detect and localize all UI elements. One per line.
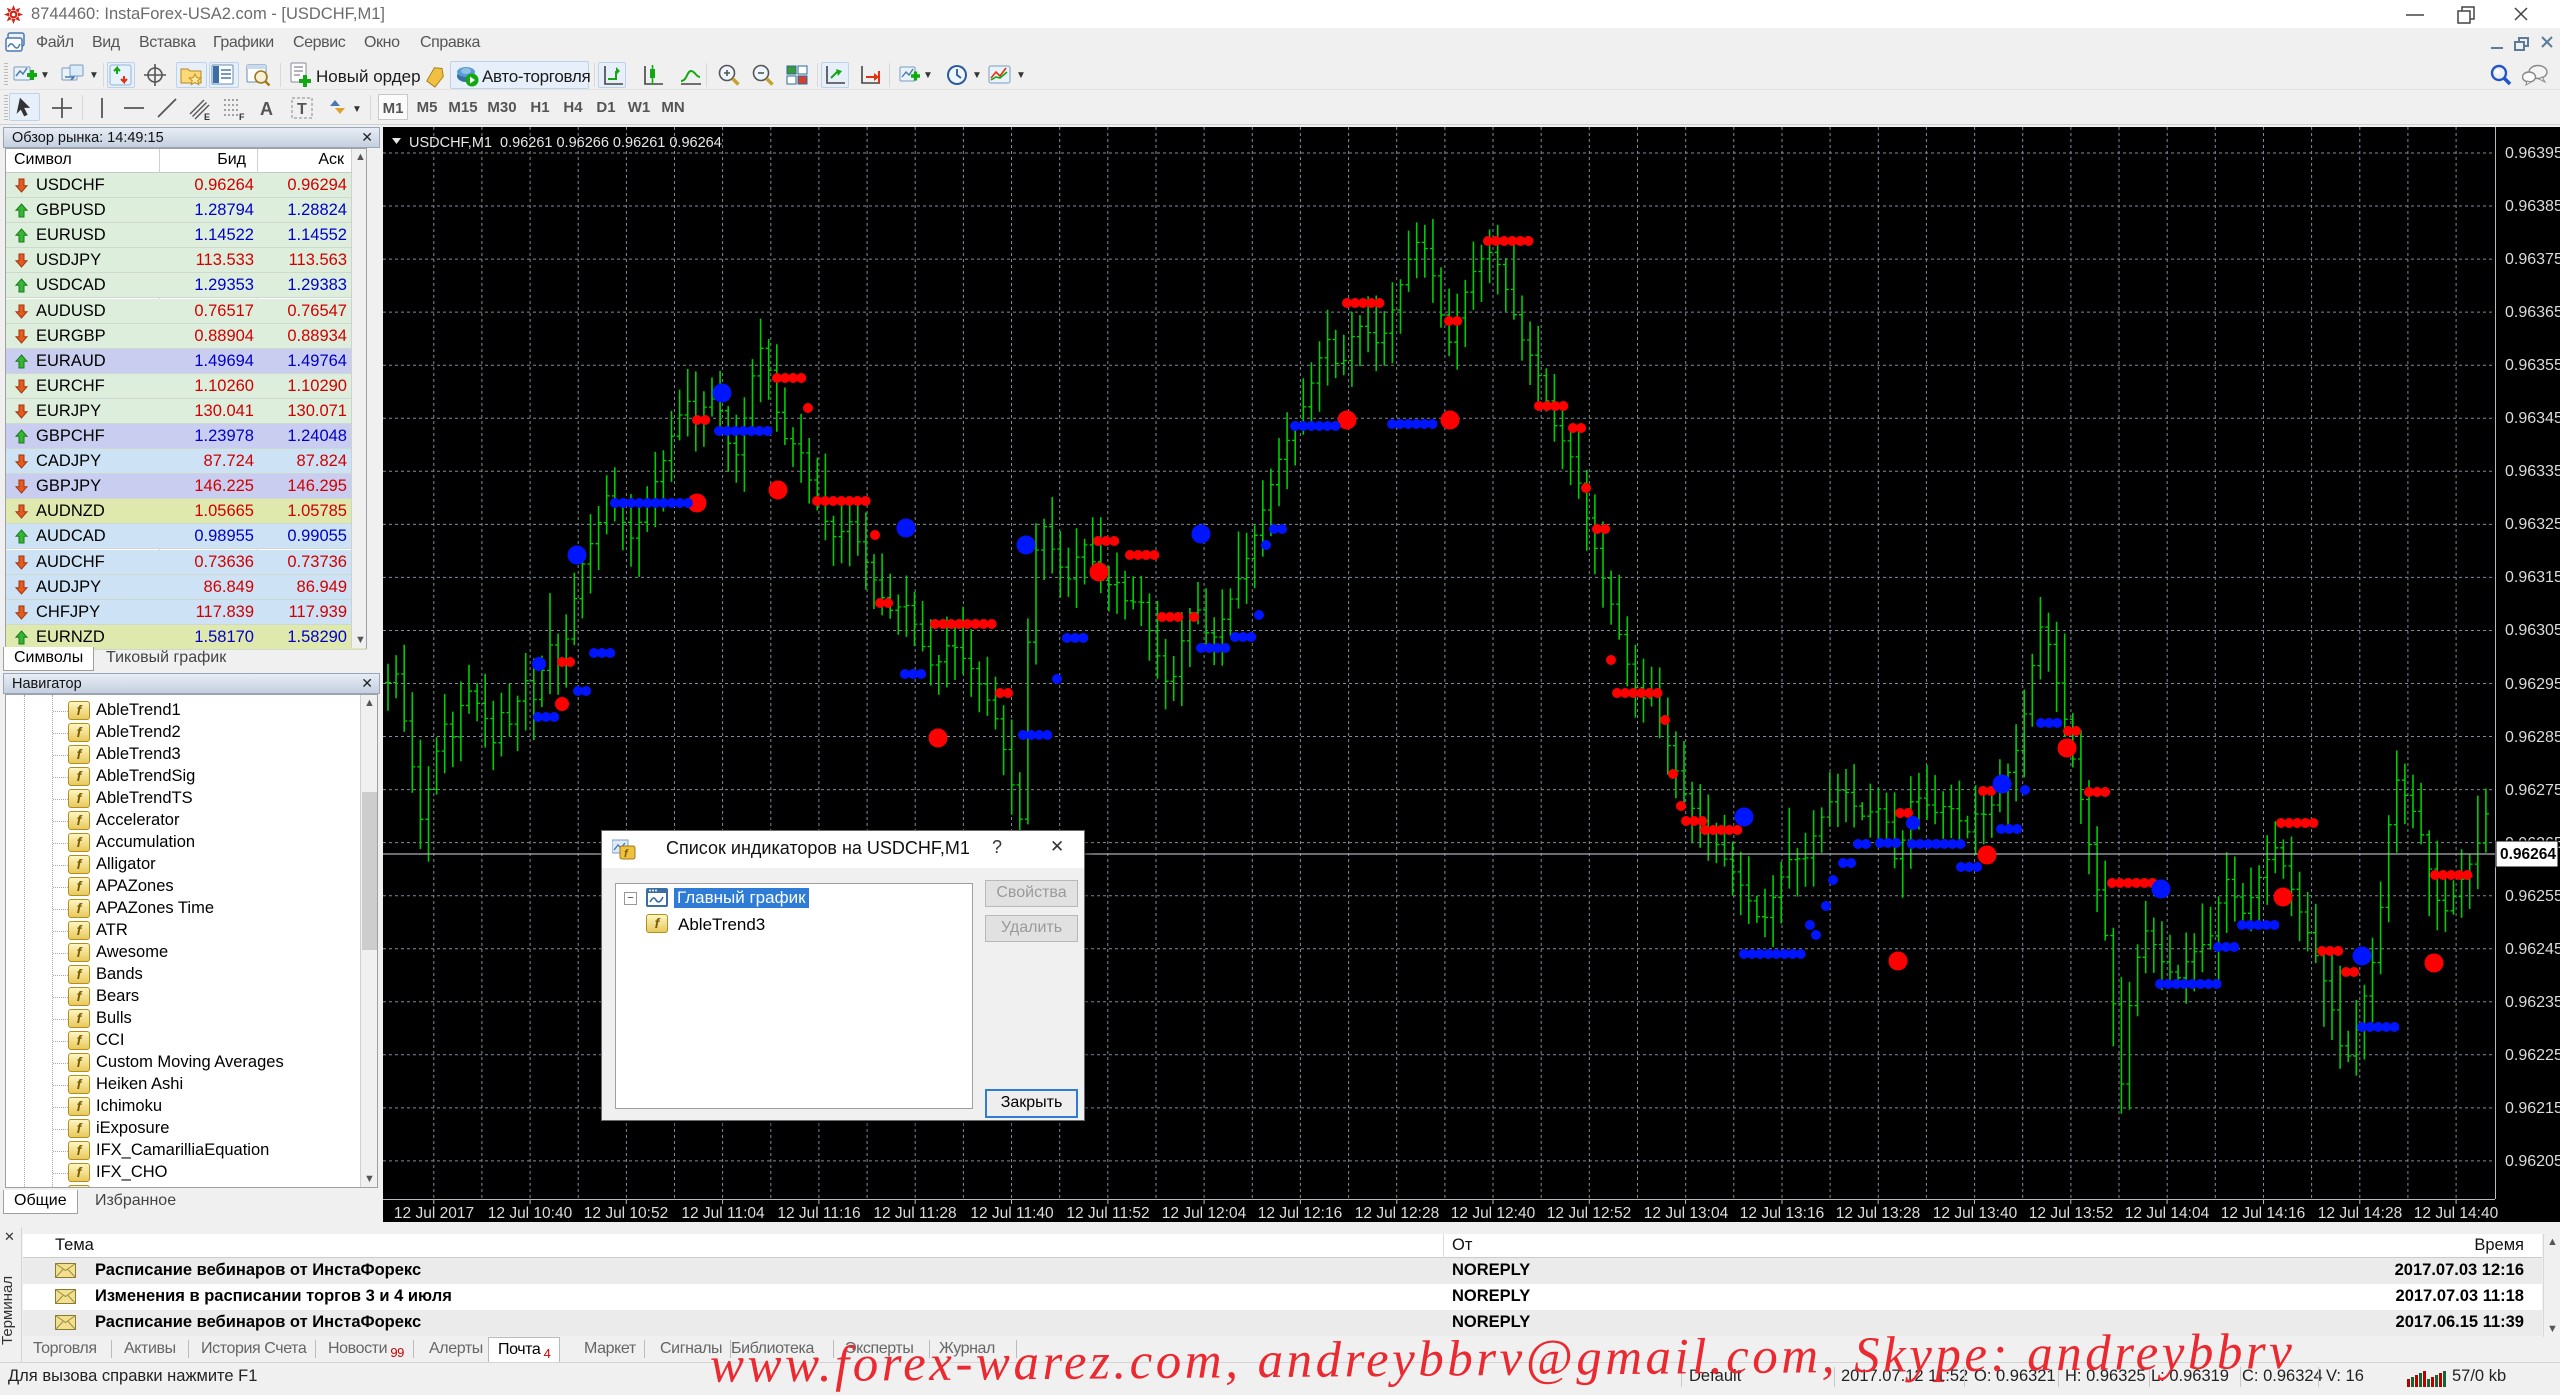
svg-text:F: F	[239, 112, 245, 122]
svg-text:12 Jul 11:04: 12 Jul 11:04	[681, 1205, 765, 1222]
svg-text:12 Jul 10:40: 12 Jul 10:40	[488, 1205, 573, 1222]
svg-text:12 Jul 10:52: 12 Jul 10:52	[584, 1205, 668, 1222]
svg-text:12 Jul 13:28: 12 Jul 13:28	[1836, 1205, 1920, 1222]
svg-text:0.96245: 0.96245	[2505, 941, 2560, 958]
svg-text:0.96335: 0.96335	[2505, 463, 2560, 480]
svg-text:0.96305: 0.96305	[2505, 622, 2560, 639]
svg-text:0.96315: 0.96315	[2505, 569, 2560, 586]
svg-text:0.96255: 0.96255	[2505, 888, 2560, 905]
svg-text:12 Jul 12:28: 12 Jul 12:28	[1355, 1205, 1439, 1222]
svg-text:0.96385: 0.96385	[2505, 198, 2560, 215]
svg-text:12 Jul 11:52: 12 Jul 11:52	[1066, 1205, 1149, 1222]
svg-text:0.96325: 0.96325	[2505, 516, 2560, 533]
svg-text:USDCHF,M1 0.96261 0.96266 0.9: USDCHF,M1 0.96261 0.96266 0.96261 0.9626…	[409, 135, 722, 151]
svg-text:0.96345: 0.96345	[2505, 410, 2560, 427]
svg-text:0.96395: 0.96395	[2505, 145, 2560, 162]
svg-text:12 Jul 13:40: 12 Jul 13:40	[1933, 1205, 2018, 1222]
svg-text:12 Jul 13:52: 12 Jul 13:52	[2029, 1205, 2113, 1222]
svg-text:0.96235: 0.96235	[2505, 994, 2560, 1011]
svg-text:12 Jul 14:28: 12 Jul 14:28	[2318, 1205, 2402, 1222]
svg-text:0.96215: 0.96215	[2505, 1100, 2560, 1117]
svg-text:0.96375: 0.96375	[2505, 251, 2560, 268]
svg-text:0.96264: 0.96264	[2500, 846, 2556, 863]
svg-text:0.96285: 0.96285	[2505, 729, 2560, 746]
svg-text:12 Jul 13:04: 12 Jul 13:04	[1644, 1205, 1729, 1222]
svg-text:E: E	[204, 112, 210, 122]
svg-text:0.96205: 0.96205	[2505, 1153, 2560, 1170]
svg-text:12 Jul 11:16: 12 Jul 11:16	[777, 1205, 860, 1222]
svg-text:0.96365: 0.96365	[2505, 304, 2560, 321]
svg-text:12 Jul 12:52: 12 Jul 12:52	[1547, 1205, 1631, 1222]
svg-text:0.96225: 0.96225	[2505, 1047, 2560, 1064]
svg-text:12 Jul 14:04: 12 Jul 14:04	[2125, 1205, 2210, 1222]
svg-text:12 Jul 11:28: 12 Jul 11:28	[873, 1205, 956, 1222]
svg-text:0.96295: 0.96295	[2505, 676, 2560, 693]
svg-text:T: T	[297, 101, 307, 118]
svg-text:0.96355: 0.96355	[2505, 357, 2560, 374]
svg-text:12 Jul 14:16: 12 Jul 14:16	[2221, 1205, 2305, 1222]
svg-text:12 Jul 12:40: 12 Jul 12:40	[1451, 1205, 1536, 1222]
svg-text:12 Jul 11:40: 12 Jul 11:40	[970, 1205, 1054, 1222]
svg-text:12 Jul 12:16: 12 Jul 12:16	[1258, 1205, 1342, 1222]
svg-text:12 Jul 2017: 12 Jul 2017	[394, 1205, 474, 1222]
svg-text:0.96275: 0.96275	[2505, 782, 2560, 799]
svg-text:12 Jul 14:40: 12 Jul 14:40	[2414, 1205, 2499, 1222]
svg-text:12 Jul 12:04: 12 Jul 12:04	[1162, 1205, 1247, 1222]
svg-text:12 Jul 13:16: 12 Jul 13:16	[1740, 1205, 1824, 1222]
